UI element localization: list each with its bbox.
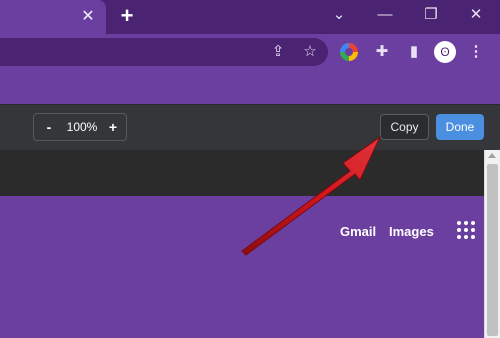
page-header-band [0, 150, 484, 196]
copy-button[interactable]: Copy [380, 114, 429, 140]
toolbar-spacer [0, 70, 500, 104]
close-window-icon[interactable]: ✕ [465, 4, 487, 26]
new-tab-icon[interactable]: + [116, 5, 138, 27]
scroll-thumb[interactable] [487, 164, 498, 336]
scroll-up-arrow-icon[interactable] [488, 153, 496, 158]
profile-avatar[interactable]: ʘ [434, 41, 456, 63]
page-content [0, 196, 484, 338]
zoom-control: - 100% + [33, 113, 127, 141]
browser-toolbar: ⇪ ☆ ✚ ▮ ʘ ⋮ [0, 34, 500, 70]
bookmark-star-icon[interactable]: ☆ [300, 42, 320, 62]
extensions-puzzle-icon[interactable]: ✚ [372, 42, 392, 62]
apps-grid-icon[interactable] [457, 221, 475, 239]
zoom-out-button[interactable]: - [40, 117, 58, 137]
done-button[interactable]: Done [436, 114, 484, 140]
vertical-scrollbar[interactable] [484, 150, 500, 338]
images-link[interactable]: Images [389, 224, 434, 239]
minimize-icon[interactable]: — [374, 4, 396, 26]
color-extension-icon[interactable] [340, 43, 358, 61]
zoom-in-button[interactable]: + [104, 117, 122, 137]
gmail-link[interactable]: Gmail [340, 224, 376, 239]
capture-toolbar: - 100% + Copy Done [0, 104, 500, 150]
active-tab[interactable]: ✕ [0, 0, 106, 34]
restore-icon[interactable]: ❐ [420, 4, 442, 26]
tab-search-chevron-icon[interactable]: ⌄ [328, 4, 350, 26]
zoom-level: 100% [66, 120, 98, 134]
title-bar: ✕ + ⌄ — ❐ ✕ [0, 0, 500, 34]
close-tab-icon[interactable]: ✕ [80, 9, 96, 25]
share-icon[interactable]: ⇪ [268, 42, 288, 62]
side-panel-icon[interactable]: ▮ [404, 42, 424, 62]
browser-menu-icon[interactable]: ⋮ [466, 42, 486, 62]
